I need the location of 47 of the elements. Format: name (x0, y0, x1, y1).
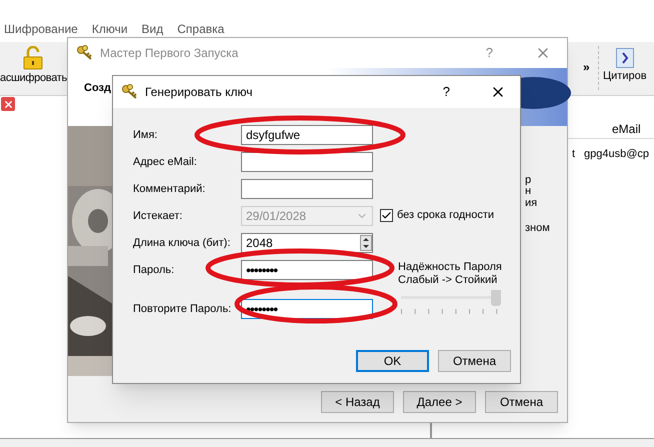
field-label: Комментарий: (133, 182, 206, 197)
menu-item[interactable]: Шифрование (4, 20, 78, 38)
quote-icon (616, 48, 634, 68)
input-field[interactable]: •••••••• (241, 260, 373, 280)
input-field[interactable] (241, 179, 373, 199)
field-label: Пароль: (133, 262, 176, 278)
input-field[interactable]: dsyfgufwe (241, 125, 373, 145)
help-button[interactable]: ? (486, 43, 493, 63)
padlock-icon (23, 46, 44, 70)
strength-title: Надёжность Пароля (398, 260, 502, 274)
wizard-heading: Созд (84, 81, 111, 96)
window-title: Мастер Первого Запуска (100, 45, 238, 62)
dialog-button[interactable]: OK (356, 350, 429, 372)
toolbar-button[interactable]: асшифровать (0, 46, 67, 86)
slider-thumb[interactable] (491, 290, 501, 306)
dialog-button[interactable]: Отмена (438, 350, 511, 372)
input-field[interactable] (241, 152, 373, 172)
overflow-button[interactable]: » (583, 58, 590, 76)
toolbar-button[interactable]: Цитиров (603, 48, 647, 84)
spin-arrows-icon[interactable] (360, 235, 372, 251)
wizard-button[interactable]: Отмена (485, 391, 558, 413)
field-label: Повторите Пароль: (133, 302, 232, 317)
checkbox-label: без срока годности (397, 208, 494, 223)
help-button[interactable]: ? (442, 82, 450, 102)
keys-icon (121, 84, 139, 100)
wizard-text: н (525, 185, 532, 199)
wizard-text: ия (525, 196, 538, 211)
wizard-text: р (525, 173, 532, 188)
table-cell-text: t (572, 147, 576, 162)
menu-item[interactable]: Ключи (92, 20, 128, 38)
field-label: Длина ключа (бит): (133, 236, 232, 251)
keys-icon (76, 45, 94, 61)
close-tab-icon[interactable] (1, 97, 15, 111)
field-label: Адрес eMail: (133, 154, 198, 170)
menu-item[interactable]: Справка (177, 20, 224, 38)
wizard-button[interactable]: < Назад (321, 391, 394, 413)
table-cell-text: gpg4usb@cp (584, 147, 649, 162)
wizard-text: зном (525, 221, 550, 236)
strength-scale: Слабый -> Стойкий (398, 273, 498, 288)
strength-slider[interactable] (401, 290, 501, 314)
field-label: Истекает: (133, 208, 184, 224)
column-header[interactable]: eMail (612, 120, 641, 138)
wizard-button[interactable]: Далее > (403, 391, 476, 413)
menu-item[interactable]: Вид (142, 20, 164, 38)
checkbox[interactable] (380, 208, 393, 222)
field-label: Имя: (133, 128, 158, 143)
window-title: Генерировать ключ (145, 84, 253, 101)
